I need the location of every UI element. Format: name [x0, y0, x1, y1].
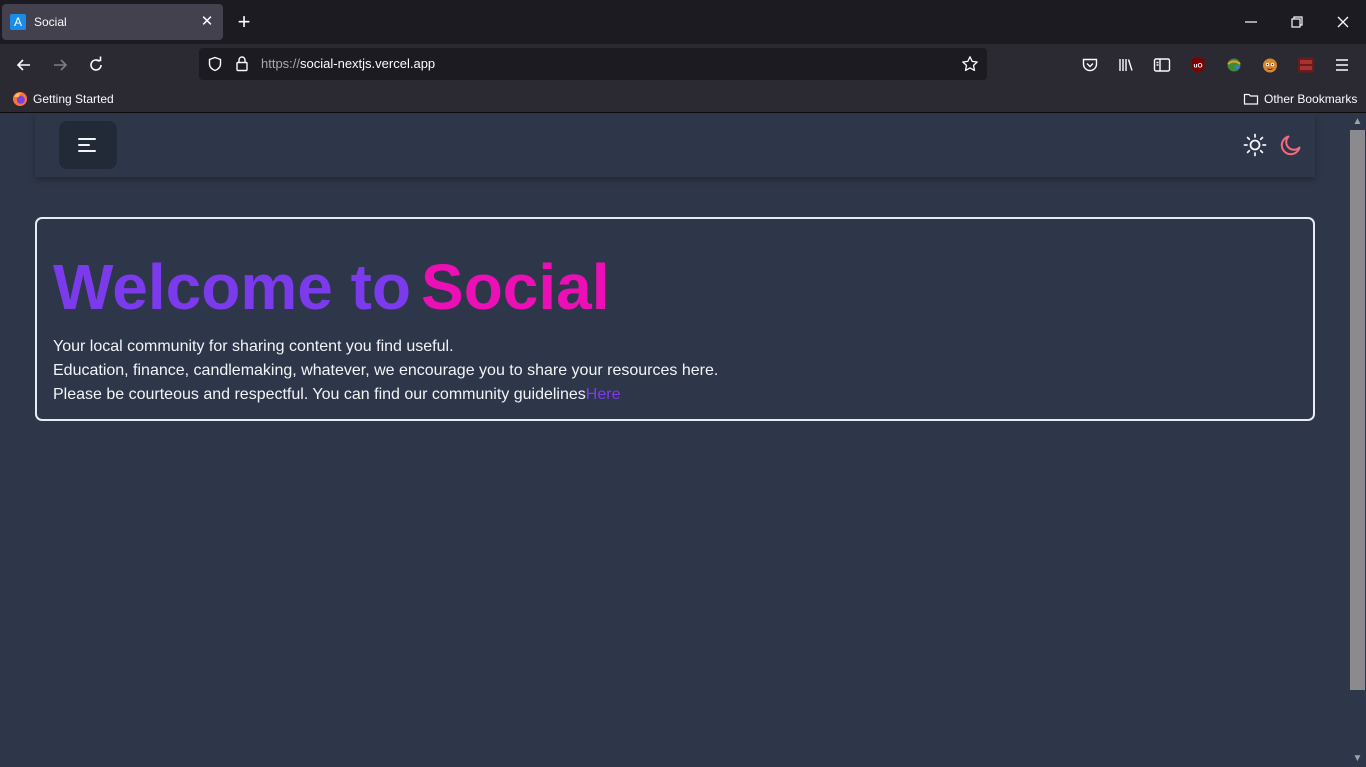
page-scrollbar-thumb[interactable]: [1350, 130, 1365, 690]
guidelines-link[interactable]: Here: [586, 386, 621, 403]
guidelines-line: Please be courteous and respectful. You …: [53, 383, 718, 407]
browser-tab-active[interactable]: A Social ✕: [2, 4, 223, 40]
folder-icon: [1243, 93, 1259, 105]
bookmark-other-folder[interactable]: Other Bookmarks: [1243, 91, 1357, 107]
guidelines-text: Please be courteous and respectful. You …: [53, 386, 586, 403]
bookmarks-toolbar: Getting Started Other Bookmarks: [0, 86, 1366, 113]
extension-globe-icon[interactable]: [1224, 55, 1244, 75]
address-bar[interactable]: https://social-nextjs.vercel.app: [199, 48, 987, 80]
welcome-description: Your local community for sharing content…: [53, 335, 718, 407]
restore-icon[interactable]: [1287, 12, 1307, 32]
bookmark-label: Getting Started: [33, 92, 114, 106]
topics-line: Education, finance, candlemaking, whatev…: [53, 362, 719, 379]
firefox-icon: [13, 92, 27, 106]
bookmark-getting-started[interactable]: Getting Started: [12, 91, 114, 107]
back-icon[interactable]: [14, 55, 34, 75]
site-header: [35, 113, 1315, 177]
bookmark-star-icon[interactable]: [961, 55, 979, 73]
welcome-heading-text: Welcome to: [53, 251, 411, 323]
bookmark-label: Other Bookmarks: [1264, 92, 1358, 106]
library-icon[interactable]: [1116, 55, 1136, 75]
url-text[interactable]: https://social-nextjs.vercel.app: [261, 56, 435, 71]
browser-toolbar: https://social-nextjs.vercel.app uO: [0, 44, 1366, 86]
dark-theme-moon-icon[interactable]: [1279, 133, 1303, 157]
ublock-icon[interactable]: uO: [1188, 55, 1208, 75]
tab-title: Social: [34, 15, 67, 29]
url-protocol: https://: [261, 56, 301, 71]
lock-icon[interactable]: [235, 55, 249, 72]
light-theme-sun-icon[interactable]: [1243, 133, 1267, 157]
scroll-down-arrow-icon[interactable]: ▼: [1351, 752, 1364, 765]
intro-line: Your local community for sharing content…: [53, 338, 454, 355]
sidebar-icon[interactable]: [1152, 55, 1172, 75]
welcome-card: Welcome to Social Your local community fo…: [35, 217, 1315, 421]
new-tab-icon[interactable]: +: [233, 11, 255, 33]
menu-button[interactable]: [59, 121, 117, 169]
url-host: social-nextjs.vercel.app: [300, 56, 436, 71]
forward-icon[interactable]: [50, 55, 70, 75]
browser-tab-strip: A Social ✕ +: [0, 0, 1366, 44]
tracking-shield-icon[interactable]: [207, 56, 223, 72]
scroll-up-arrow-icon[interactable]: ▲: [1351, 115, 1364, 128]
cors-extension-icon[interactable]: [1296, 55, 1316, 75]
page-viewport: Welcome to Social Your local community fo…: [0, 113, 1349, 767]
hamburger-menu-icon: [78, 138, 96, 152]
minimize-icon[interactable]: [1241, 12, 1261, 32]
svg-text:uO: uO: [1193, 63, 1202, 70]
tampermonkey-icon[interactable]: [1260, 55, 1280, 75]
close-window-icon[interactable]: [1333, 12, 1353, 32]
tab-close-icon[interactable]: ✕: [199, 14, 215, 30]
pocket-icon[interactable]: [1080, 55, 1100, 75]
reload-icon[interactable]: [86, 55, 106, 75]
welcome-heading: Welcome to Social: [53, 251, 610, 323]
app-menu-icon[interactable]: [1332, 55, 1352, 75]
brand-name: Social: [421, 251, 610, 323]
tab-favicon-icon: A: [10, 14, 26, 30]
